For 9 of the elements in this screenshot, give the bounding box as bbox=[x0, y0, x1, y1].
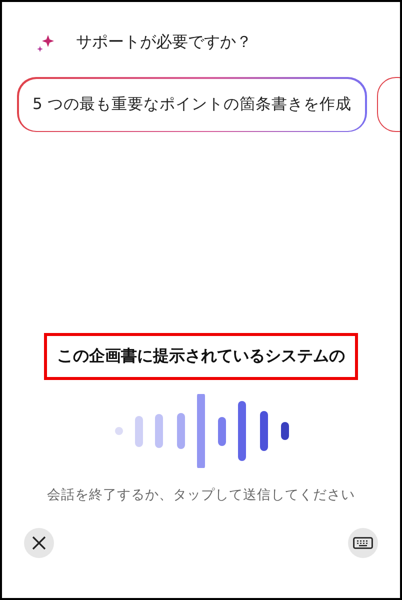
close-button[interactable] bbox=[24, 528, 54, 558]
hint-text: 会話を終了するか、タップして送信してください bbox=[46, 486, 356, 504]
suggestion-chip[interactable]: 5 つの最も重要なポイントの箇条書きを作成 bbox=[17, 77, 367, 132]
transcript-text: この企画書に提示されているシステムの bbox=[44, 333, 358, 380]
close-icon bbox=[32, 536, 46, 550]
sparkle-icon bbox=[36, 34, 56, 52]
prompt-title: サポートが必要ですか？ bbox=[76, 32, 252, 53]
keyboard-icon bbox=[353, 537, 373, 549]
keyboard-button[interactable] bbox=[348, 528, 378, 558]
